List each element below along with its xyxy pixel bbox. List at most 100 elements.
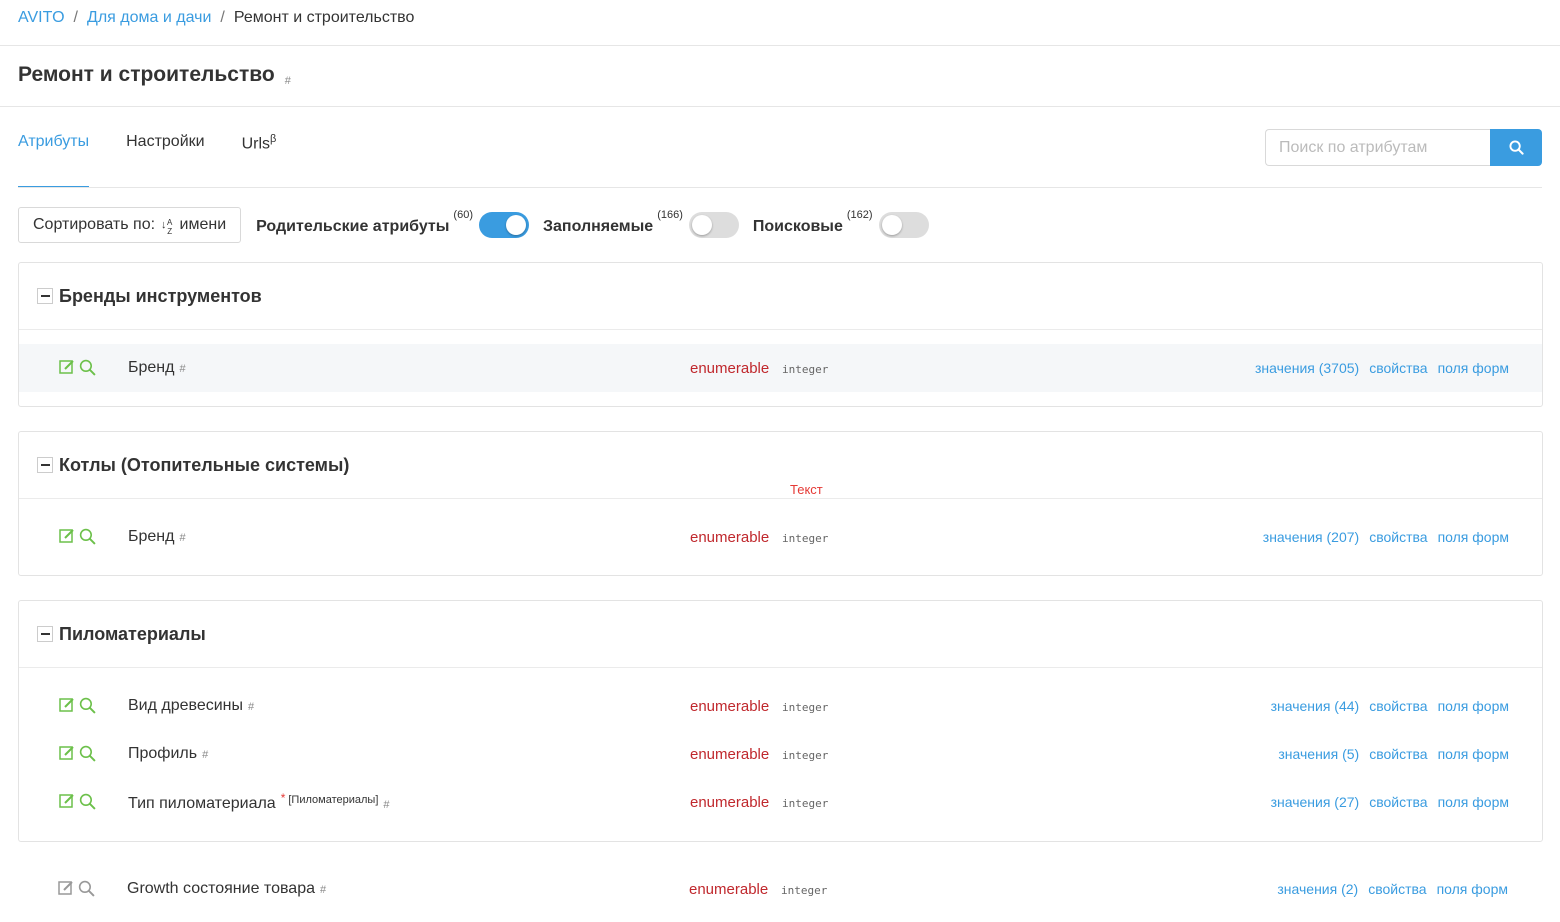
search-icon[interactable] (79, 359, 96, 376)
parent-attributes-toggle[interactable] (478, 212, 529, 238)
hash-link[interactable]: # (320, 884, 326, 896)
search-icon[interactable] (78, 880, 95, 897)
properties-link[interactable]: свойства (1369, 746, 1427, 762)
breadcrumb: AVITO / Для дома и дачи / Ремонт и строи… (18, 9, 414, 27)
search-attributes-toggle[interactable] (878, 212, 929, 238)
hash-link[interactable]: # (179, 532, 185, 544)
attribute-subtype: integer (782, 701, 829, 714)
attribute-row: Вид древесины # enumerable integer значен… (19, 682, 1542, 730)
filled-attributes-toggle[interactable] (688, 212, 739, 238)
edit-icon[interactable] (59, 359, 75, 375)
collapse-icon[interactable] (37, 457, 53, 473)
breadcrumb-separator: / (73, 9, 78, 26)
tabs-divider (18, 187, 1542, 188)
form-fields-link[interactable]: поля форм (1438, 360, 1509, 376)
filter-bar: Сортировать по: ↓ A Z имени Родительские а… (18, 207, 929, 243)
form-fields-link[interactable]: поля форм (1438, 746, 1509, 762)
search-icon[interactable] (79, 697, 96, 714)
filled-attributes-label: Заполняемые(166) (542, 208, 683, 235)
search-attributes-label: Поисковые(162) (752, 208, 873, 235)
values-link[interactable]: значения (44) (1271, 698, 1360, 714)
attribute-subtype: integer (782, 363, 829, 376)
edit-icon[interactable] (59, 697, 75, 713)
hash-link[interactable]: # (383, 799, 389, 811)
attribute-search (1265, 129, 1542, 166)
group-title: Пиломатериалы (59, 623, 206, 644)
tab-urls[interactable]: Urlsβ (242, 133, 277, 188)
breadcrumb-current: Ремонт и строительство (233, 9, 415, 26)
properties-link[interactable]: свойства (1369, 360, 1427, 376)
group-title: Бренды инструментов (59, 285, 262, 306)
form-fields-link[interactable]: поля форм (1438, 698, 1509, 714)
tab-attributes[interactable]: Атрибуты (18, 133, 90, 188)
attribute-name: Вид древесины # (128, 697, 255, 714)
attribute-type: enumerable (689, 880, 769, 898)
attribute-name: Growth состояние товара # (127, 880, 327, 897)
page-title-text: Ремонт и строительство (18, 63, 275, 86)
properties-link[interactable]: свойства (1368, 881, 1426, 897)
attribute-group: Бренды инструментов Бренд # enumerable in… (18, 262, 1543, 407)
breadcrumb-parent-link[interactable]: Для дома и дачи (87, 9, 211, 27)
divider (0, 45, 1560, 46)
values-link[interactable]: значения (207) (1263, 529, 1359, 545)
required-marker: * (280, 791, 286, 805)
values-link[interactable]: значения (5) (1278, 746, 1359, 762)
sort-alpha-icon: ↓ A Z (161, 217, 173, 236)
sort-button[interactable]: Сортировать по: ↓ A Z имени (18, 207, 242, 243)
page-hash-link[interactable]: # (285, 75, 291, 87)
attribute-row: Growth состояние товара # enumerable inte… (18, 865, 1541, 913)
form-fields-link[interactable]: поля форм (1438, 794, 1509, 810)
attribute-subtype: integer (782, 749, 829, 762)
attribute-name: Бренд # (128, 359, 186, 376)
values-link[interactable]: значения (3705) (1255, 360, 1359, 376)
properties-link[interactable]: свойства (1369, 794, 1427, 810)
breadcrumb-separator: / (220, 9, 225, 26)
edit-icon[interactable] (59, 793, 75, 809)
attribute-subtype: integer (782, 532, 829, 545)
attribute-subtype: integer (781, 884, 828, 897)
properties-link[interactable]: свойства (1369, 698, 1427, 714)
attribute-type: enumerable (690, 793, 770, 811)
attribute-name: Бренд # (128, 528, 186, 545)
hash-link[interactable]: # (179, 363, 185, 375)
attribute-group: Пиломатериалы Вид древесины # enumerable … (18, 600, 1543, 842)
search-icon (1508, 140, 1524, 155)
divider (0, 106, 1560, 107)
edit-icon[interactable] (59, 528, 75, 544)
form-fields-link[interactable]: поля форм (1438, 529, 1509, 545)
group-title: Котлы (Отопительные системы) (59, 454, 350, 475)
attribute-name: Профиль # (128, 745, 209, 762)
attribute-row: Бренд # enumerable integer значения (3705… (19, 344, 1542, 392)
page-title: Ремонт и строительство # (18, 63, 291, 87)
breadcrumb-root-link[interactable]: AVITO (18, 9, 65, 27)
collapse-icon[interactable] (37, 288, 53, 304)
values-link[interactable]: значения (27) (1271, 794, 1360, 810)
attribute-row: Бренд # enumerable integer значения (207)… (19, 513, 1542, 561)
attribute-row: Тип пиломатериала * [Пиломатериалы] # enume… (19, 778, 1542, 826)
attribute-name: Тип пиломатериала * [Пиломатериалы] # (128, 791, 390, 812)
edit-icon[interactable] (58, 880, 74, 896)
search-icon[interactable] (79, 528, 96, 545)
attribute-type: enumerable (690, 359, 770, 377)
hash-link[interactable]: # (248, 701, 254, 713)
attribute-type: enumerable (690, 697, 770, 715)
collapse-icon[interactable] (37, 626, 53, 642)
properties-link[interactable]: свойства (1369, 529, 1427, 545)
search-icon[interactable] (79, 745, 96, 762)
attribute-tag: [Пиломатериалы] (288, 794, 379, 806)
parent-attributes-label: Родительские атрибуты(60) (256, 208, 473, 235)
search-input[interactable] (1265, 129, 1490, 166)
attribute-type: enumerable (690, 745, 770, 763)
form-fields-link[interactable]: поля форм (1437, 881, 1508, 897)
search-button[interactable] (1490, 129, 1542, 166)
tab-settings[interactable]: Настройки (126, 133, 204, 188)
attribute-group: Котлы (Отопительные системы) Бренд # enum… (18, 431, 1543, 576)
values-link[interactable]: значения (2) (1277, 881, 1358, 897)
tabs: Атрибуты Настройки Urlsβ (18, 133, 313, 188)
attribute-type: enumerable (690, 528, 770, 546)
attribute-row: Профиль # enumerable integer значения (5)… (19, 730, 1542, 778)
edit-icon[interactable] (59, 745, 75, 761)
hash-link[interactable]: # (202, 749, 208, 761)
attribute-subtype: integer (782, 797, 829, 810)
search-icon[interactable] (79, 793, 96, 810)
